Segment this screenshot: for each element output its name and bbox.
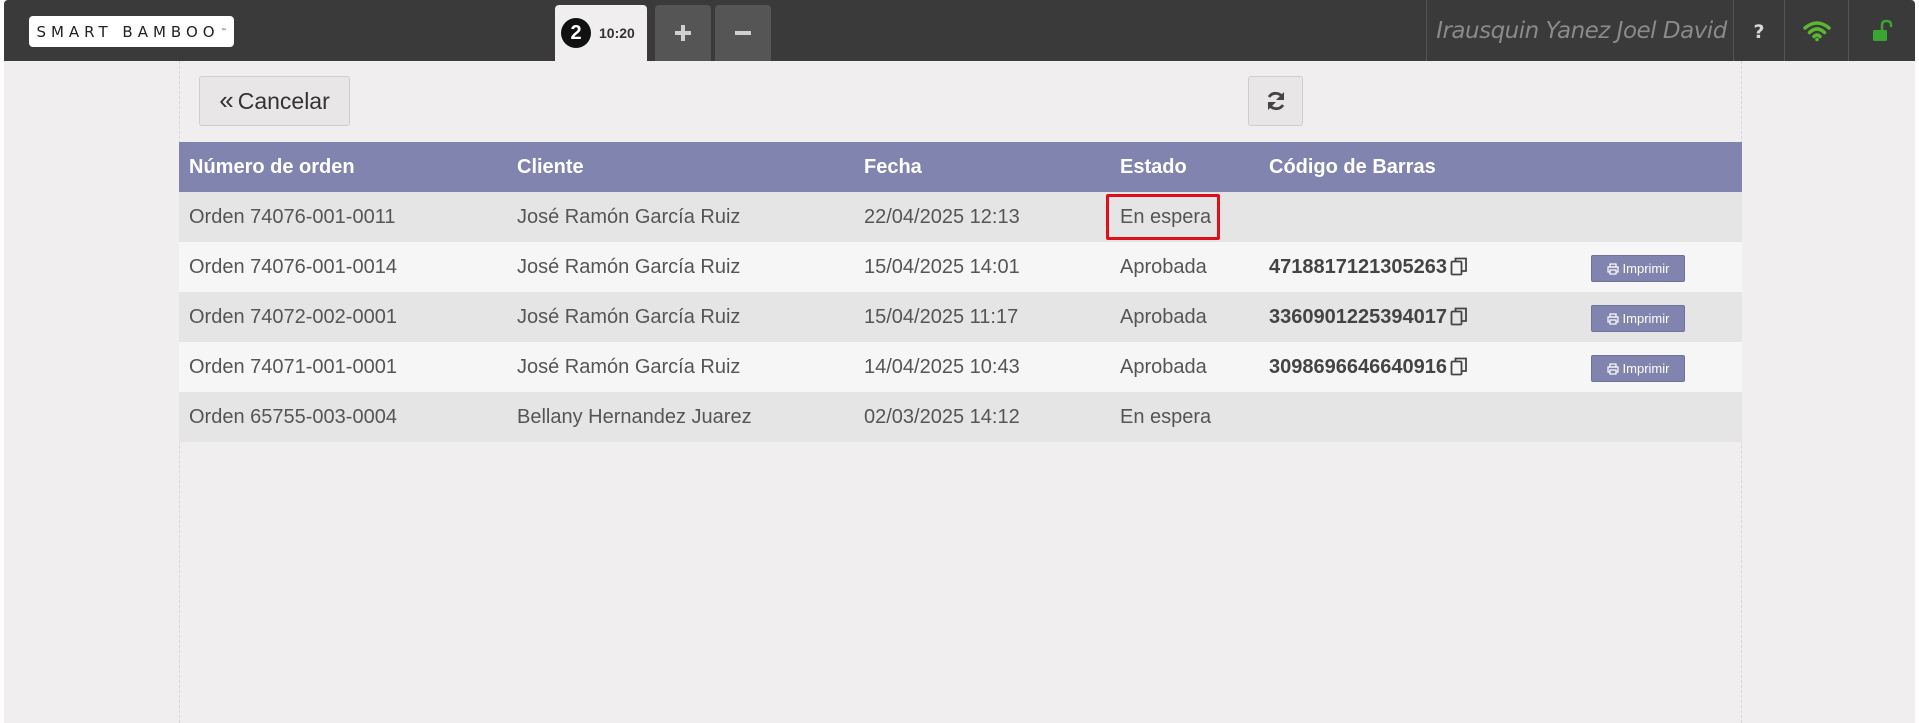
order-number: Orden 74071-001-0001 <box>189 356 397 378</box>
svg-text:?: ? <box>1753 21 1764 41</box>
smart-bamboo-logo: SMART BAMBOO ™ <box>29 16 234 47</box>
order-status: En espera <box>1120 406 1212 428</box>
order-number: Orden 74076-001-0014 <box>189 256 397 278</box>
help-button[interactable]: ? <box>1734 0 1784 61</box>
column-header-status: Estado <box>1120 156 1187 178</box>
column-header-barcode: Código de Barras <box>1269 156 1436 178</box>
unlock-icon <box>1873 19 1893 41</box>
print-button[interactable]: Imprimir <box>1591 355 1685 382</box>
order-date: 15/04/2025 14:01 <box>864 256 1020 278</box>
session-time: 10:20 <box>599 25 635 41</box>
session-number-badge: 2 <box>561 18 591 48</box>
refresh-button[interactable] <box>1248 76 1303 126</box>
printer-icon <box>1606 312 1619 325</box>
order-date: 15/04/2025 11:17 <box>864 306 1019 328</box>
print-button[interactable]: Imprimir <box>1591 255 1685 282</box>
refresh-icon <box>1267 91 1284 111</box>
barcode-cell: 3360901225394017 <box>1269 292 1468 342</box>
table-row[interactable]: Orden 74076-001-0014 José Ramón García R… <box>179 242 1742 292</box>
user-name[interactable]: Irausquin Yanez Joel David <box>1430 0 1733 61</box>
table-row[interactable]: Orden 74071-001-0001 José Ramón García R… <box>179 342 1742 392</box>
minus-icon <box>735 31 751 35</box>
wifi-status[interactable] <box>1785 0 1848 61</box>
order-date: 22/04/2025 12:13 <box>864 206 1020 228</box>
print-label: Imprimir <box>1622 261 1670 276</box>
order-status: Aprobada <box>1120 356 1207 378</box>
table-row[interactable]: Orden 65755-003-0004 Bellany Hernandez J… <box>179 392 1742 442</box>
order-status: Aprobada <box>1120 256 1207 278</box>
print-label: Imprimir <box>1622 361 1670 376</box>
copy-icon[interactable] <box>1450 307 1468 327</box>
printer-icon <box>1606 362 1619 375</box>
lock-button[interactable] <box>1849 0 1915 61</box>
barcode-cell: 4718817121305263 <box>1269 242 1468 292</box>
client-name: José Ramón García Ruiz <box>517 306 741 328</box>
order-status: En espera <box>1120 206 1212 228</box>
barcode-value: 3360901225394017 <box>1269 306 1447 328</box>
table-row[interactable]: Orden 74072-002-0001 José Ramón García R… <box>179 292 1742 342</box>
barcode-value: 4718817121305263 <box>1269 256 1447 278</box>
cancel-label: Cancelar <box>237 87 330 114</box>
order-number: Orden 65755-003-0004 <box>189 406 397 428</box>
barcode-value: 3098696646640916 <box>1269 356 1447 378</box>
order-status: Aprobada <box>1120 306 1207 328</box>
barcode-cell: 3098696646640916 <box>1269 342 1468 392</box>
top-bar: SMART BAMBOO ™ 2 10:20 Irausquin Yanez Jo… <box>4 0 1915 61</box>
column-header-order: Número de orden <box>189 156 355 178</box>
active-session-tab[interactable]: 2 10:20 <box>555 5 647 61</box>
cancel-button[interactable]: « Cancelar <box>199 76 350 126</box>
order-date: 02/03/2025 14:12 <box>864 406 1020 428</box>
column-header-date: Fecha <box>864 156 922 178</box>
print-button[interactable]: Imprimir <box>1591 305 1685 332</box>
copy-icon[interactable] <box>1450 357 1468 377</box>
client-name: Bellany Hernandez Juarez <box>517 406 752 428</box>
table-header: Número de orden Cliente Fecha Estado Cód… <box>179 142 1742 192</box>
client-name: José Ramón García Ruiz <box>517 256 741 278</box>
print-label: Imprimir <box>1622 311 1670 326</box>
client-name: José Ramón García Ruiz <box>517 356 741 378</box>
orders-table: Número de orden Cliente Fecha Estado Cód… <box>179 142 1742 442</box>
table-row[interactable]: Orden 74076-001-0011 José Ramón García R… <box>179 192 1742 242</box>
logo-text: SMART BAMBOO <box>36 22 220 41</box>
help-icon: ? <box>1753 21 1764 41</box>
printer-icon <box>1606 262 1619 275</box>
order-number: Orden 74076-001-0011 <box>189 206 396 228</box>
add-tab-button[interactable] <box>655 5 711 61</box>
copy-icon[interactable] <box>1450 257 1468 277</box>
order-number: Orden 74072-002-0001 <box>189 306 397 328</box>
double-chevron-left-icon: « <box>219 84 234 115</box>
plus-icon <box>675 25 691 41</box>
column-header-client: Cliente <box>517 156 584 178</box>
client-name: José Ramón García Ruiz <box>517 206 741 228</box>
remove-tab-button[interactable] <box>715 5 771 61</box>
divider <box>1426 0 1427 61</box>
order-date: 14/04/2025 10:43 <box>864 356 1020 378</box>
wifi-icon <box>1802 20 1831 41</box>
